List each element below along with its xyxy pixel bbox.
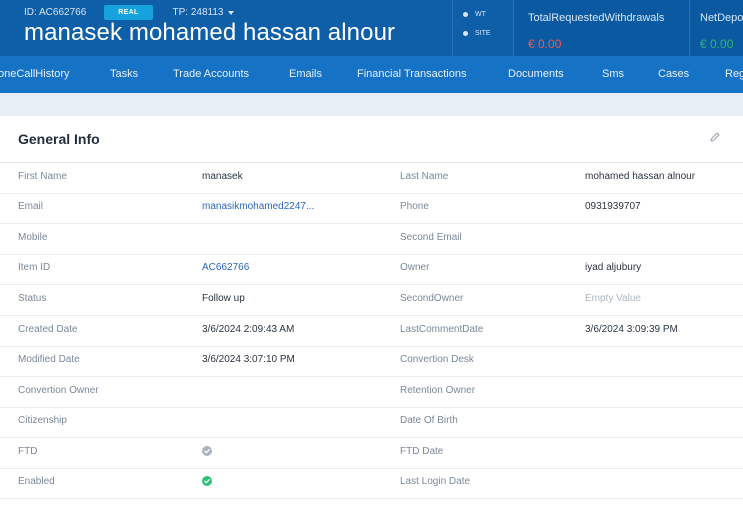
field-label: Last Name [400, 171, 449, 182]
tab-tasks[interactable]: Tasks [110, 68, 138, 80]
dot-icon [463, 12, 468, 17]
field-label: SecondOwner [400, 293, 464, 304]
check-circle-icon [202, 476, 212, 486]
toggle-wt[interactable]: WT [463, 11, 486, 18]
info-row: Status Follow up SecondOwner Empty Value [0, 285, 743, 316]
field-label: Second Email [400, 232, 462, 243]
field-value: manasek [202, 171, 243, 182]
field-label: Convertion Owner [18, 385, 99, 396]
tab-documents[interactable]: Documents [508, 68, 564, 80]
info-row: First Name manasek Last Name mohamed has… [0, 163, 743, 194]
field-label: Date Of Birth [400, 415, 458, 426]
tab-trade-accounts[interactable]: Trade Accounts [173, 68, 249, 80]
field-label: LastCommentDate [400, 324, 484, 335]
field-value: iyad aljubury [585, 262, 642, 273]
field-label: Citizenship [18, 415, 67, 426]
info-row: Email manasikmohamed2247... Phone 093193… [0, 193, 743, 224]
field-label: FTD [18, 446, 38, 457]
field-label: Owner [400, 262, 430, 273]
general-info-card: General Info First Name manasek Last Nam… [0, 116, 743, 505]
field-label: Item ID [18, 262, 51, 273]
tab-phone-call-history[interactable]: oneCallHistory [0, 68, 70, 80]
email-link[interactable]: manasikmohamed2247... [202, 201, 314, 212]
tab-bar: oneCallHistory Tasks Trade Accounts Emai… [0, 56, 743, 93]
field-value: 3/6/2024 3:09:39 PM [585, 324, 678, 335]
field-label: Retention Owner [400, 385, 476, 396]
pencil-icon[interactable] [708, 130, 722, 144]
field-label: Convertion Desk [400, 354, 474, 365]
tab-emails[interactable]: Emails [289, 68, 322, 80]
header-meta: ID: AC662766 REAL TP: 248113 [24, 5, 234, 20]
field-label: Last Login Date [400, 476, 471, 487]
item-id-link[interactable]: AC662766 [202, 262, 249, 273]
info-row: Mobile Second Email [0, 224, 743, 255]
tab-cases[interactable]: Cases [658, 68, 689, 80]
dot-icon [463, 31, 468, 36]
check-circle-icon [202, 446, 212, 456]
field-label: Enabled [18, 476, 55, 487]
info-row: Convertion Owner Retention Owner [0, 377, 743, 408]
info-row: Modified Date 3/6/2024 3:07:10 PM Conver… [0, 346, 743, 377]
tp-selector[interactable]: TP: 248113 [173, 7, 234, 18]
stat-value: € 0.00 [528, 37, 562, 51]
field-label: First Name [18, 171, 67, 182]
tab-reg[interactable]: Reg [725, 68, 743, 80]
toggle-site-label: SITE [475, 30, 491, 37]
info-row: Item ID AC662766 Owner iyad aljubury [0, 254, 743, 285]
field-label: Phone [400, 201, 429, 212]
field-value: mohamed hassan alnour [585, 171, 696, 182]
field-value: Empty Value [585, 293, 641, 304]
stat-label: NetDepo [700, 12, 743, 24]
info-row: FTD FTD Date [0, 438, 743, 469]
stat-label: TotalRequestedWithdrawals [528, 12, 665, 24]
stat-total-requested-withdrawals: TotalRequestedWithdrawals € 0.00 [513, 0, 689, 56]
stat-net-deposit: NetDepo € 0.00 [689, 0, 743, 56]
field-label: Modified Date [18, 354, 80, 365]
field-value: 3/6/2024 2:09:43 AM [202, 324, 295, 335]
field-label: FTD Date [400, 446, 444, 457]
tab-sms[interactable]: Sms [602, 68, 624, 80]
card-title: General Info [18, 131, 100, 147]
tp-label: TP: 248113 [172, 7, 224, 18]
chevron-down-icon [227, 11, 234, 15]
stat-value: € 0.00 [700, 37, 734, 51]
field-value: 0931939707 [585, 201, 641, 212]
info-row: Created Date 3/6/2024 2:09:43 AM LastCom… [0, 316, 743, 347]
field-label: Mobile [18, 232, 48, 243]
client-name: manasek mohamed hassan alnour [24, 19, 396, 46]
toggle-wt-label: WT [475, 11, 486, 18]
info-row: Citizenship Date Of Birth [0, 407, 743, 438]
field-label: Email [18, 201, 44, 212]
tab-financial-transactions[interactable]: Financial Transactions [357, 68, 466, 80]
toggle-site[interactable]: SITE [463, 30, 491, 37]
header-toggles: WT SITE [452, 0, 512, 56]
field-label: Status [18, 293, 47, 304]
info-row: Enabled Last Login Date [0, 468, 743, 499]
field-value: Follow up [202, 293, 245, 304]
client-id: ID: AC662766 [24, 7, 87, 18]
client-header: ID: AC662766 REAL TP: 248113 manasek moh… [0, 0, 743, 56]
field-label: Created Date [18, 324, 78, 335]
field-value: 3/6/2024 3:07:10 PM [202, 354, 295, 365]
account-type-badge: REAL [104, 5, 153, 20]
